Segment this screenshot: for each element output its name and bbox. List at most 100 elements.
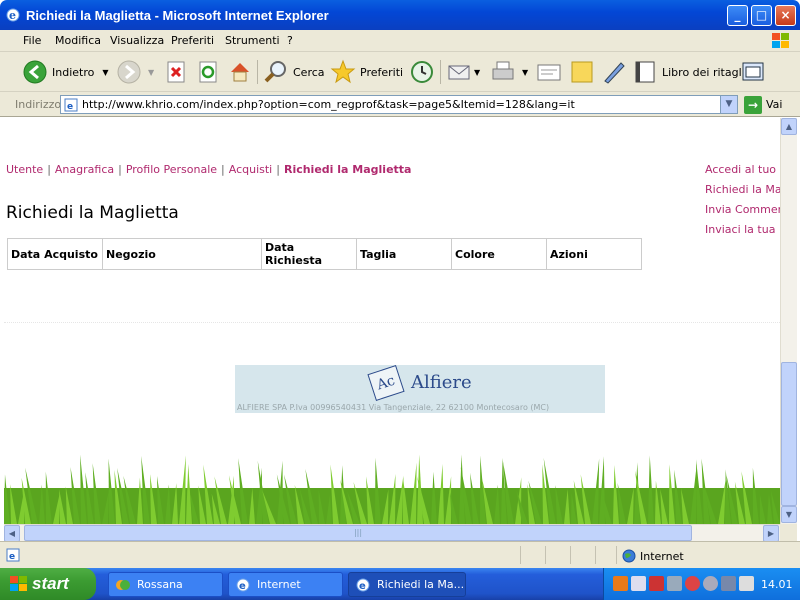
side-link-accedi[interactable]: Accedi al tuo Pr [705,163,780,183]
windows-logo-icon [772,33,789,48]
forward-dropdown-icon[interactable]: ▼ [148,68,154,77]
breadcrumb-profilo-personale[interactable]: Profilo Personale [126,163,217,176]
minimize-button[interactable]: _ [727,5,748,26]
scroll-right-icon[interactable]: ▶ [763,525,779,542]
svg-text:e: e [9,552,15,562]
tray-network-icon[interactable] [631,576,646,591]
divider [4,322,780,323]
back-arrow-icon [23,60,47,84]
vertical-scrollbar[interactable]: ▲ ▼ [780,118,797,524]
back-dropdown-icon[interactable]: ▼ [102,68,108,77]
home-button[interactable] [228,58,252,86]
status-separator [545,546,546,564]
status-separator [616,546,617,564]
favorites-button[interactable]: Preferiti [330,58,403,86]
go-arrow-icon: → [744,95,762,114]
tray-monitor-icon[interactable] [667,576,682,591]
snip-button[interactable] [740,58,766,86]
edit-page-icon [537,64,561,81]
ie-icon: e [6,8,20,22]
alfiere-logo: Ac [367,365,405,401]
task-rossana[interactable]: Rossana [108,572,223,597]
task-internet[interactable]: e Internet [228,572,343,597]
favorites-label: Preferiti [360,65,404,79]
column-header: Colore [451,238,547,270]
refresh-button[interactable] [197,58,219,86]
menu-bar: File Modifica Visualizza Preferiti Strum… [0,30,800,52]
horizontal-scrollbar[interactable]: ◀ ||| ▶ [4,524,780,542]
breadcrumb-separator: | [221,163,225,176]
task-label: Internet [257,578,301,591]
breadcrumb-current: Richiedi la Maglietta [283,163,412,176]
tray-lock-icon[interactable] [721,576,736,591]
scrapbook-button[interactable]: Libro dei ritagli [632,58,745,86]
column-header: Data Acquisto [7,238,103,270]
tray-connection-icon[interactable] [739,576,754,591]
task-label: Rossana [137,578,183,591]
start-button[interactable]: start [0,568,96,600]
breadcrumb-utente[interactable]: Utente [6,163,43,176]
discuss-button[interactable] [569,58,595,86]
breadcrumb-acquisti[interactable]: Acquisti [229,163,273,176]
menu-file[interactable]: File [23,34,41,47]
tray-shield-icon[interactable] [685,576,700,591]
history-button[interactable] [409,58,435,86]
toolbar-separator [257,60,258,84]
menu-visualizza[interactable]: Visualizza [110,34,164,47]
task-richiedi-maglietta[interactable]: e Richiedi la Ma... [348,572,466,597]
column-header: Data Richiesta [261,238,357,270]
menu-help[interactable]: ? [287,34,293,47]
title-bar[interactable]: e Richiedi la Maglietta - Microsoft Inte… [0,0,800,30]
svg-text:e: e [359,581,366,592]
forward-button[interactable]: ▼ [116,58,154,86]
tray-security-icon[interactable] [649,576,664,591]
sponsor-banner[interactable]: Ac Alfiere ALFIERE SPA P.Iva 00996540431… [235,365,605,413]
forward-arrow-icon [117,60,141,84]
back-label: Indietro [52,65,95,79]
mail-dropdown-icon[interactable]: ▼ [474,68,480,77]
vertical-scroll-thumb[interactable] [781,362,797,506]
stop-button[interactable] [165,58,187,86]
messenger-icon [116,579,130,590]
side-link-invia-commento[interactable]: Invia Comment [705,203,780,223]
scroll-left-icon[interactable]: ◀ [4,525,20,542]
toolbar-separator [440,60,441,84]
home-icon [231,63,249,82]
scroll-up-icon[interactable]: ▲ [781,118,797,135]
scrapbook-label: Libro dei ritagli [662,65,745,79]
tray-m-icon[interactable] [613,576,628,591]
address-dropdown-icon[interactable]: ▼ [720,96,737,113]
grass-footer-image [4,454,780,524]
maximize-button[interactable]: □ [751,5,772,26]
side-link-inviaci-foto[interactable]: Inviaci la tua F [705,223,780,243]
side-link-richiedi-maglietta[interactable]: Richiedi la Magl [705,183,780,203]
column-header: Negozio [102,238,262,270]
messenger-button[interactable] [601,58,627,86]
go-button[interactable]: → Vai [744,95,782,114]
security-zone: Internet [622,549,684,563]
search-button[interactable]: Cerca [263,58,325,86]
breadcrumb-anagrafica[interactable]: Anagrafica [55,163,114,176]
sponsor-address: ALFIERE SPA P.Iva 00996540431 Via Tangen… [237,403,550,412]
address-input[interactable]: e http://www.khrio.com/index.php?option=… [60,95,738,114]
search-icon [264,61,286,83]
menu-preferiti[interactable]: Preferiti [171,34,214,47]
status-separator [570,546,571,564]
tray-sound-icon[interactable] [703,576,718,591]
print-dropdown-icon[interactable]: ▼ [522,68,528,77]
mail-icon [448,65,470,80]
menu-modifica[interactable]: Modifica [55,34,101,47]
back-button[interactable]: Indietro ▼ [22,58,109,86]
horizontal-scroll-thumb[interactable]: ||| [24,525,692,541]
menu-strumenti[interactable]: Strumenti [225,34,280,47]
scroll-down-icon[interactable]: ▼ [781,506,797,523]
breadcrumb-separator: | [276,163,280,176]
address-bar: Indirizzo e http://www.khrio.com/index.p… [0,92,800,117]
print-button[interactable]: ▼ [490,58,528,86]
status-bar: e Internet [0,541,800,568]
mail-button[interactable]: ▼ [446,58,480,86]
close-button[interactable]: × [775,5,796,26]
edit-button[interactable] [536,58,562,86]
search-label: Cerca [293,65,325,79]
globe-icon [622,549,636,563]
